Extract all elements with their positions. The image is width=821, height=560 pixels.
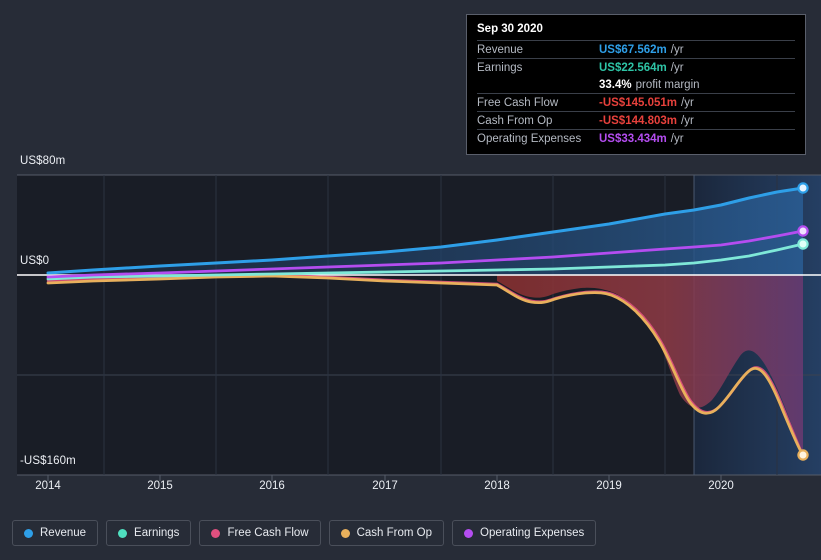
legend-dot-icon-revenue (24, 528, 33, 538)
endpoint-earnings (797, 238, 809, 250)
legend-item-cash-from-op[interactable]: Cash From Op (328, 520, 445, 546)
tooltip-key-cash-from-op: Cash From Op (477, 114, 553, 127)
legend-label-operating-expenses: Operating Expenses (480, 527, 585, 539)
chart-tooltip: Sep 30 2020 Revenue US$67.562m /yr Earni… (466, 14, 806, 155)
x-axis-label-2020: 2020 (708, 480, 734, 492)
tooltip-value-free-cash-flow: -US$145.051m (599, 96, 677, 109)
legend-label-revenue: Revenue (40, 527, 87, 539)
chart-legend: Revenue Earnings Free Cash Flow Cash Fro… (12, 520, 597, 546)
tooltip-key-operating-expenses: Operating Expenses (477, 132, 582, 145)
tooltip-value-cash-from-op: -US$144.803m (599, 114, 677, 127)
legend-item-revenue[interactable]: Revenue (12, 520, 99, 546)
legend-label-cash-from-op: Cash From Op (356, 527, 433, 539)
y-axis-label-min: -US$160m (20, 455, 76, 467)
x-axis-label-2016: 2016 (259, 480, 285, 492)
legend-item-free-cash-flow[interactable]: Free Cash Flow (199, 520, 321, 546)
tooltip-key-free-cash-flow: Free Cash Flow (477, 96, 559, 109)
tooltip-key-earnings: Earnings (477, 61, 523, 74)
y-axis-label-max: US$80m (20, 155, 66, 167)
legend-dot-icon-operating-expenses (464, 528, 474, 538)
tooltip-suffix-cash-from-op: /yr (681, 114, 694, 127)
endpoint-operating-expenses (797, 225, 809, 237)
financial-chart: US$80m US$0 -US$160m 2014 2015 2016 2017… (0, 0, 821, 505)
legend-label-earnings: Earnings (134, 527, 180, 539)
tooltip-value-profit-margin: 33.4% (599, 78, 632, 91)
tooltip-row-profit-margin: 33.4% profit margin (477, 76, 795, 93)
x-axis-label-2017: 2017 (372, 480, 398, 492)
legend-item-operating-expenses[interactable]: Operating Expenses (452, 520, 597, 546)
legend-label-free-cash-flow: Free Cash Flow (227, 527, 309, 539)
tooltip-row-earnings: Earnings US$22.564m /yr (477, 58, 795, 76)
tooltip-value-revenue: US$67.562m (599, 43, 667, 56)
chart-page: US$80m US$0 -US$160m 2014 2015 2016 2017… (0, 0, 821, 560)
tooltip-date: Sep 30 2020 (477, 23, 543, 35)
x-axis-label-2019: 2019 (596, 480, 622, 492)
tooltip-suffix-free-cash-flow: /yr (681, 96, 694, 109)
x-axis-label-2015: 2015 (147, 480, 173, 492)
tooltip-suffix-operating-expenses: /yr (670, 132, 684, 145)
tooltip-row-cash-from-op: Cash From Op -US$144.803m /yr (477, 111, 795, 129)
tooltip-suffix-revenue: /yr (670, 43, 684, 56)
tooltip-row-revenue: Revenue US$67.562m /yr (477, 40, 795, 58)
x-axis-label-2014: 2014 (35, 480, 61, 492)
tooltip-suffix-profit-margin: profit margin (635, 78, 700, 91)
tooltip-value-earnings: US$22.564m (599, 61, 667, 74)
tooltip-suffix-earnings: /yr (670, 61, 684, 74)
tooltip-value-operating-expenses: US$33.434m (599, 132, 667, 145)
legend-dot-icon-cash-from-op (340, 528, 350, 538)
endpoint-cash-from-op (797, 449, 809, 461)
tooltip-key-revenue: Revenue (477, 43, 524, 56)
x-axis-label-2018: 2018 (484, 480, 510, 492)
y-axis-label-zero: US$0 (20, 255, 50, 267)
tooltip-row-operating-expenses: Operating Expenses US$33.434m /yr (477, 129, 795, 147)
legend-dot-icon-free-cash-flow (211, 528, 221, 538)
tooltip-row-free-cash-flow: Free Cash Flow -US$145.051m /yr (477, 93, 795, 111)
legend-dot-icon-earnings (118, 528, 128, 538)
legend-item-earnings[interactable]: Earnings (106, 520, 192, 546)
endpoint-revenue (797, 182, 809, 194)
